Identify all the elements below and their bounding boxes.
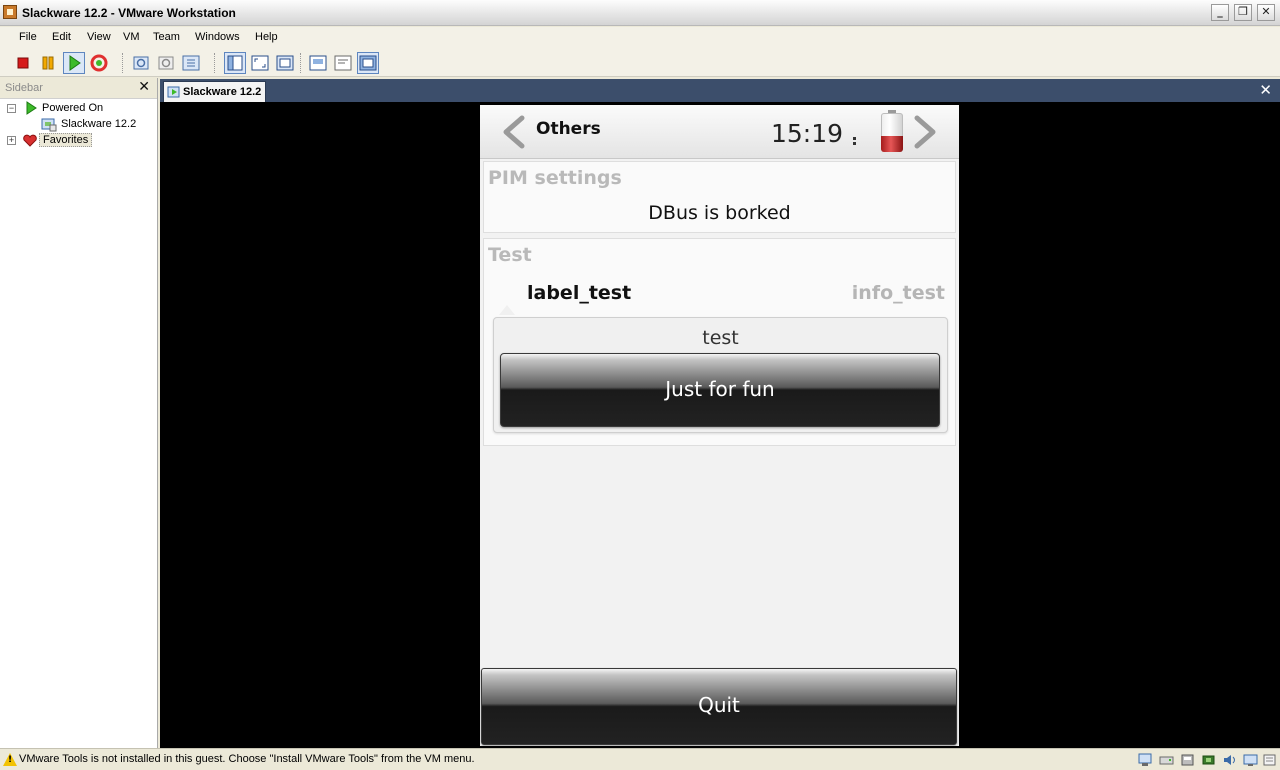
appliance-view-icon xyxy=(334,55,352,71)
warning-icon: ! xyxy=(3,753,17,766)
snapshot-manager-icon xyxy=(182,55,200,71)
sidebar-header: Sidebar ✕ xyxy=(0,78,157,99)
bubble-tail xyxy=(499,305,515,315)
toolbar xyxy=(0,49,1280,77)
pause-icon xyxy=(42,56,54,70)
pim-settings-section: PIM settings DBus is borked xyxy=(483,161,956,233)
tree-label-powered-on: Powered On xyxy=(42,102,104,114)
revert-snapshot-icon xyxy=(158,56,174,70)
display-icon[interactable] xyxy=(1243,753,1258,767)
quit-area: Quit xyxy=(480,665,959,746)
window-titlebar: Slackware 12.2 - VMware Workstation _ ❐ … xyxy=(0,0,1280,26)
status-message: VMware Tools is not installed in this gu… xyxy=(19,753,475,765)
bubble-text: test xyxy=(702,327,739,349)
clock: 15:19 xyxy=(771,119,844,148)
info-test: info_test xyxy=(851,282,945,304)
snapshot-button[interactable] xyxy=(130,52,152,74)
collapse-icon[interactable]: − xyxy=(7,104,16,113)
power-off-button[interactable] xyxy=(12,52,34,74)
pim-settings-title: PIM settings xyxy=(488,167,622,189)
just-for-fun-button[interactable]: Just for fun xyxy=(500,353,940,427)
summary-view-button[interactable] xyxy=(307,52,329,74)
menu-view[interactable]: View xyxy=(87,31,111,43)
quit-button[interactable]: Quit xyxy=(481,668,957,745)
signal-icon xyxy=(853,137,856,145)
tree-label-favorites: Favorites xyxy=(39,133,93,147)
forward-arrow-icon[interactable] xyxy=(913,115,939,149)
sidebar-close-icon[interactable]: ✕ xyxy=(138,79,150,95)
suspend-button[interactable] xyxy=(37,52,59,74)
snapshot-icon xyxy=(133,56,149,70)
console-view-icon xyxy=(359,55,377,71)
tree-item-favorites[interactable]: + Favorites xyxy=(0,133,158,148)
battery-level xyxy=(881,136,903,152)
window-title: Slackware 12.2 - VMware Workstation xyxy=(22,6,236,20)
test-bubble: test Just for fun xyxy=(493,317,948,433)
hard-disk-icon[interactable] xyxy=(1159,753,1174,767)
message-log-icon[interactable] xyxy=(1262,753,1277,767)
power-on-button[interactable] xyxy=(63,52,85,74)
play-icon xyxy=(69,55,81,71)
vm-tab-icon xyxy=(167,86,180,98)
vm-icon xyxy=(41,118,57,132)
appliance-view-button[interactable] xyxy=(332,52,354,74)
menu-file[interactable]: File xyxy=(19,31,37,43)
phone-header: Others 15:19 xyxy=(480,105,959,159)
snapshot-manager-button[interactable] xyxy=(180,52,202,74)
guest-phone-ui: Others 15:19 PIM settings DBus is borked… xyxy=(480,105,959,746)
full-screen-button[interactable] xyxy=(249,52,271,74)
minimize-button[interactable]: _ xyxy=(1211,4,1229,21)
sidebar: Sidebar ✕ − Powered On Slackware 12.2 + … xyxy=(0,78,158,748)
vmware-app-icon xyxy=(3,5,17,19)
menu-edit[interactable]: Edit xyxy=(52,31,71,43)
tree-item-slackware[interactable]: Slackware 12.2 xyxy=(0,117,158,132)
summary-view-icon xyxy=(309,55,327,71)
close-tab-icon[interactable]: ✕ xyxy=(1259,81,1272,99)
usb-icon[interactable] xyxy=(1201,753,1216,767)
reset-icon xyxy=(90,54,108,72)
tab-label: Slackware 12.2 xyxy=(183,86,262,98)
label-test: label_test xyxy=(527,282,632,304)
status-bar: ! VMware Tools is not installed in this … xyxy=(0,748,1280,770)
dbus-status-text: DBus is borked xyxy=(648,202,791,224)
stop-icon xyxy=(17,57,29,69)
expand-icon[interactable]: + xyxy=(7,136,16,145)
sidebar-title: Sidebar xyxy=(5,82,43,94)
tree-label-slackware: Slackware 12.2 xyxy=(61,118,137,130)
screen-title: Others xyxy=(536,119,601,139)
menu-windows[interactable]: Windows xyxy=(195,31,240,43)
quick-switch-icon xyxy=(276,55,294,71)
reset-button[interactable] xyxy=(88,52,110,74)
vm-tab-strip: Slackware 12.2 ✕ xyxy=(160,79,1280,102)
vm-console[interactable]: Others 15:19 PIM settings DBus is borked… xyxy=(160,102,1280,748)
sound-icon[interactable] xyxy=(1222,753,1237,767)
show-sidebar-button[interactable] xyxy=(224,52,246,74)
powered-on-icon xyxy=(26,101,37,115)
test-section-title: Test xyxy=(488,244,532,266)
menu-team[interactable]: Team xyxy=(153,31,180,43)
network-adapter-icon[interactable] xyxy=(1138,753,1153,767)
tab-slackware[interactable]: Slackware 12.2 xyxy=(163,81,266,102)
cd-rom-icon[interactable] xyxy=(1180,753,1195,767)
menu-help[interactable]: Help xyxy=(255,31,278,43)
sidebar-toggle-icon xyxy=(227,55,243,71)
console-view-button[interactable] xyxy=(357,52,379,74)
back-arrow-icon[interactable] xyxy=(500,115,526,149)
menu-vm[interactable]: VM xyxy=(123,31,140,43)
test-section: Test label_test info_test test Just for … xyxy=(483,238,956,446)
menu-bar: File Edit View VM Team Windows Help xyxy=(0,27,1280,49)
battery-icon xyxy=(881,110,903,152)
full-screen-icon xyxy=(251,55,269,71)
tree-item-powered-on[interactable]: − Powered On xyxy=(0,101,158,116)
heart-icon xyxy=(23,134,37,147)
close-window-button[interactable]: ✕ xyxy=(1257,4,1275,21)
quick-switch-button[interactable] xyxy=(274,52,296,74)
maximize-button[interactable]: ❐ xyxy=(1234,4,1252,21)
revert-snapshot-button[interactable] xyxy=(155,52,177,74)
